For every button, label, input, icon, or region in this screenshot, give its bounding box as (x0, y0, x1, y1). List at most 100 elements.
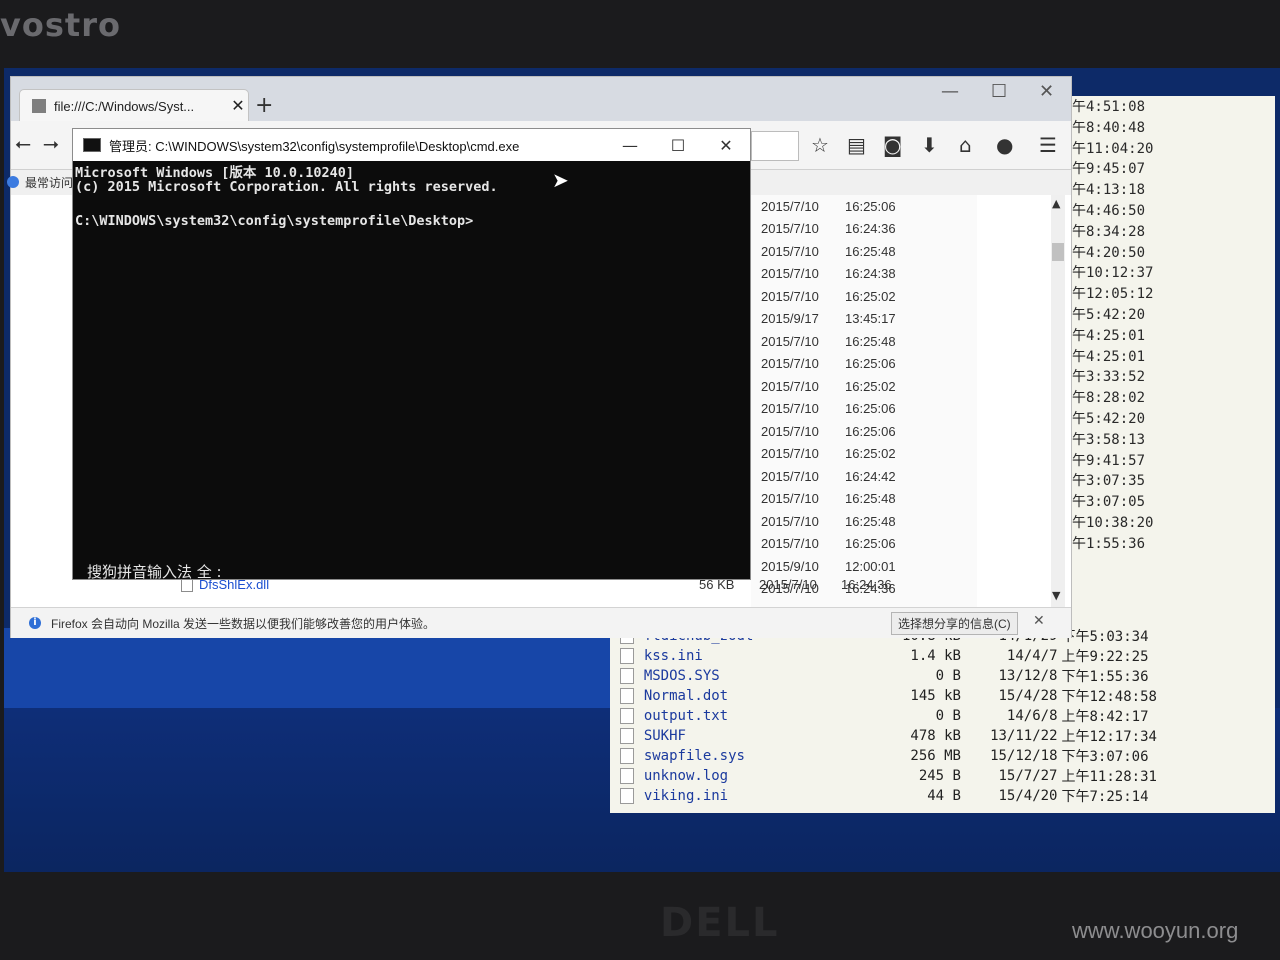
file-icon (620, 648, 634, 664)
minimize-button[interactable]: — (941, 81, 959, 102)
choose-share-button[interactable]: 选择想分享的信息(C) (891, 612, 1018, 635)
listing-row[interactable]: 2015/7/10 16:24:38 (751, 263, 977, 286)
file-row[interactable]: output.txt 0 B 14/6/8 上午8:42:17 (620, 706, 1160, 726)
pocket-icon[interactable]: ◙ (883, 133, 902, 157)
listing-row[interactable]: 2015/7/10 16:24:42 (751, 465, 977, 488)
file-row[interactable]: viking.ini 44 B 15/4/20 下午7:25:14 (620, 786, 1160, 806)
most-visited-icon (7, 176, 19, 188)
cmd-close-button[interactable]: ✕ (702, 136, 750, 155)
close-button[interactable]: ✕ (1039, 81, 1054, 102)
listing-time: 13:45:17 (845, 311, 896, 327)
file-row[interactable]: swapfile.sys 256 MB 15/12/18 下午3:07:06 (620, 746, 1160, 766)
listing-row[interactable]: 2015/7/10 16:25:48 (751, 240, 977, 263)
console-area[interactable]: Microsoft Windows [版本 10.0.10240] (c) 20… (73, 161, 750, 581)
tab-file-listing[interactable]: file:///C:/Windows/Syst... ✕ (19, 89, 249, 122)
cmd-titlebar[interactable]: 管理员: C:\WINDOWS\system32\config\systempr… (73, 129, 750, 161)
time-cell: 上午5:42:20 (1058, 306, 1146, 323)
cmd-maximize-button[interactable]: ☐ (654, 136, 702, 155)
download-arrow-icon[interactable]: ⬇ (921, 133, 938, 157)
file-time: 下午12:48:58 (1061, 689, 1157, 705)
file-row[interactable]: kss.ini 1.4 kB 14/4/7 上午9:22:25 (620, 646, 1160, 666)
reading-list-icon[interactable]: ▤ (847, 133, 866, 157)
time-cell: 上午10:12:37 (1058, 265, 1154, 282)
bookmark-most-visited[interactable]: 最常访问 (25, 174, 73, 191)
time-cell: 下午4:20:50 (1058, 244, 1146, 261)
chat-icon[interactable]: ● (996, 133, 1013, 157)
time-cell: 上午9:45:07 (1058, 161, 1146, 178)
file-name[interactable]: MSDOS.SYS (644, 668, 873, 684)
file-name[interactable]: viking.ini (644, 788, 873, 804)
file-name[interactable]: swapfile.sys (644, 748, 873, 764)
time-cell: 下午3:07:05 (1058, 494, 1146, 511)
vertical-scrollbar[interactable]: ▲ ▼ (1051, 195, 1065, 607)
laptop-brand-logo: vostro (0, 6, 121, 44)
time-cell: 下午3:07:35 (1058, 473, 1146, 490)
file-name[interactable]: SUKHF (644, 728, 873, 744)
back-arrow-icon[interactable]: ⭠ (15, 131, 31, 155)
file-row[interactable]: unknow.log 245 B 15/7/27 上午11:28:31 (620, 766, 1160, 786)
file-size: 245 B (918, 768, 961, 784)
time-cell: 下午4:25:01 (1058, 327, 1146, 344)
listing-date: 2015/7/10 (761, 536, 819, 552)
file-row[interactable]: SUKHF 478 kB 13/11/22 上午12:17:34 (620, 726, 1160, 746)
file-icon (620, 788, 634, 804)
listing-date: 2015/7/10 (761, 243, 819, 259)
listing-row[interactable]: 2015/7/10 16:25:02 (751, 375, 977, 398)
listing-time: 16:25:06 (845, 423, 896, 439)
home-icon[interactable]: ⌂ (959, 133, 972, 157)
file-row[interactable]: MSDOS.SYS 0 B 13/12/8 下午1:55:36 (620, 666, 1160, 686)
listing-row[interactable]: 2015/7/10 16:25:06 (751, 398, 977, 421)
maximize-button[interactable]: ☐ (991, 81, 1007, 102)
file-icon (620, 768, 634, 784)
scroll-up-icon[interactable]: ▲ (1052, 197, 1060, 210)
file-icon (32, 99, 46, 113)
file-time: 下午7:25:14 (1061, 789, 1149, 805)
file-name[interactable]: output.txt (644, 708, 873, 724)
time-cell: 下午3:58:13 (1058, 431, 1146, 448)
listing-row[interactable]: 2015/9/17 13:45:17 (751, 308, 977, 331)
time-cell: 上午8:40:48 (1058, 119, 1146, 136)
notification-close-icon[interactable]: ✕ (1033, 613, 1045, 629)
listing-date: 2015/7/10 (761, 288, 819, 304)
menu-hamburger-icon[interactable]: ☰ (1039, 133, 1057, 157)
new-tab-button[interactable]: + (255, 93, 273, 118)
file-date: 15/4/20 (998, 788, 1058, 804)
url-field[interactable] (751, 131, 799, 161)
watermark: www.wooyun.org (1072, 918, 1239, 943)
listing-date: 2015/7/10 (761, 221, 819, 237)
time-cell: 上午9:41:57 (1058, 452, 1146, 469)
file-size: 478 kB (910, 728, 961, 744)
console-prompt: C:\WINDOWS\system32\config\systemprofile… (75, 213, 474, 229)
scroll-thumb[interactable] (1052, 243, 1064, 261)
file-size: 0 B (935, 708, 961, 724)
tab-close-icon[interactable]: ✕ (228, 96, 248, 116)
mouse-pointer-icon: ➤ (552, 168, 569, 192)
listing-row[interactable]: 2015/7/10 16:25:06 (751, 353, 977, 376)
cmd-minimize-button[interactable]: — (606, 136, 654, 155)
file-name[interactable]: kss.ini (644, 648, 873, 664)
forward-arrow-icon[interactable]: ⭢ (43, 131, 59, 155)
file-name[interactable]: unknow.log (644, 768, 873, 784)
file-icon (620, 668, 634, 684)
listing-row[interactable]: 2015/7/10 16:25:48 (751, 330, 977, 353)
bookmark-star-icon[interactable]: ☆ (811, 133, 829, 157)
console-copyright-line: (c) 2015 Microsoft Corporation. All righ… (75, 179, 498, 195)
file-row[interactable]: Normal.dot 145 kB 15/4/28 下午12:48:58 (620, 686, 1160, 706)
listing-row[interactable]: 2015/7/10 16:25:48 (751, 488, 977, 511)
time-cell: 上午10:38:20 (1058, 514, 1154, 531)
file-name[interactable]: Normal.dot (644, 688, 873, 704)
listing-row[interactable]: 2015/7/10 16:24:36 (751, 218, 977, 241)
file-icon (620, 748, 634, 764)
listing-row[interactable]: 2015/9/10 12:00:01 (751, 555, 977, 578)
listing-row[interactable]: 2015/7/10 16:25:06 (751, 533, 977, 556)
file-time: 下午3:07:06 (1061, 749, 1149, 765)
cmd-title: 管理员: C:\WINDOWS\system32\config\systempr… (109, 138, 520, 154)
listing-row[interactable]: 2015/7/10 16:25:06 (751, 420, 977, 443)
listing-row[interactable]: 2015/7/10 16:25:02 (751, 285, 977, 308)
time-cell: 下午4:25:01 (1058, 348, 1146, 365)
listing-row[interactable]: 2015/7/10 16:25:02 (751, 443, 977, 466)
listing-row[interactable]: 2015/7/10 16:25:48 (751, 510, 977, 533)
scroll-down-icon[interactable]: ▼ (1052, 589, 1060, 602)
listing-row[interactable]: 2015/7/10 16:25:06 (751, 195, 977, 218)
file-icon (620, 728, 634, 744)
